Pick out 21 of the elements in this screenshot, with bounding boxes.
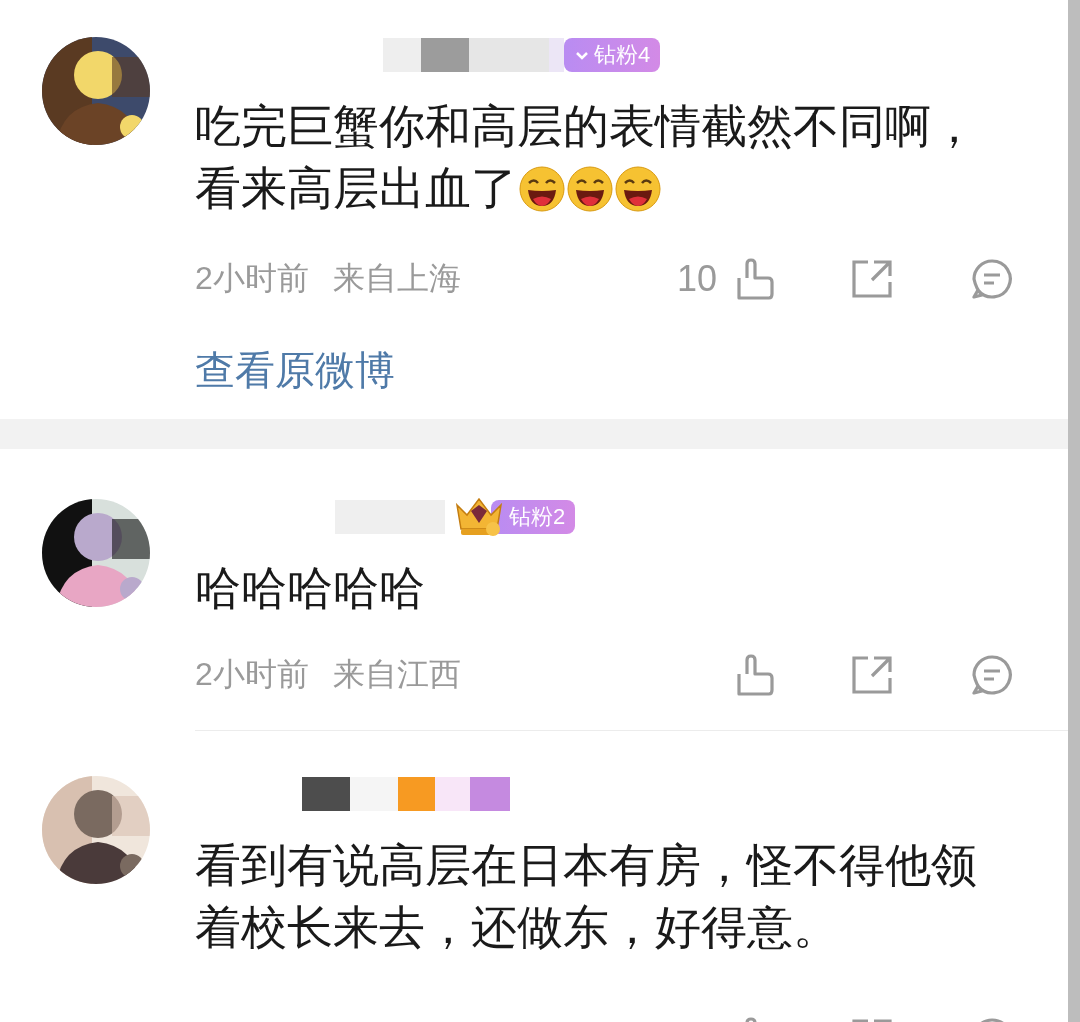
scrollbar[interactable] — [1068, 0, 1080, 1022]
comment-text: 吃完巨蟹你和高层的表情截然不同啊，看来高层出血了 — [195, 99, 978, 216]
location: 来自江西 — [332, 655, 461, 694]
thumbs-up-icon[interactable] — [735, 654, 775, 696]
laughing-emoji-icon — [519, 166, 565, 212]
share-icon[interactable] — [852, 656, 893, 694]
laughing-emoji-icon — [615, 166, 661, 212]
comment-text: 哈哈哈哈哈 — [195, 561, 426, 616]
laughing-emoji-icon — [567, 166, 613, 212]
view-original-link[interactable]: 查看原微博 — [195, 343, 395, 393]
comment-text: 看到有说高层在日本有房，怪不得他领着校长来去，还做东，好得意。 — [195, 838, 978, 955]
location: 来自上海 — [332, 259, 461, 298]
thumbs-up-icon[interactable] — [735, 258, 775, 300]
fan-badge: 钻粉4 — [564, 38, 661, 72]
share-icon[interactable] — [852, 260, 893, 298]
like-count: 10 — [676, 258, 717, 300]
comment-icon[interactable] — [972, 655, 1013, 695]
comment-icon[interactable] — [972, 259, 1013, 299]
timestamp: 2小时前 — [195, 655, 309, 694]
crown-icon — [453, 495, 505, 539]
timestamp: 2小时前 — [195, 259, 309, 298]
